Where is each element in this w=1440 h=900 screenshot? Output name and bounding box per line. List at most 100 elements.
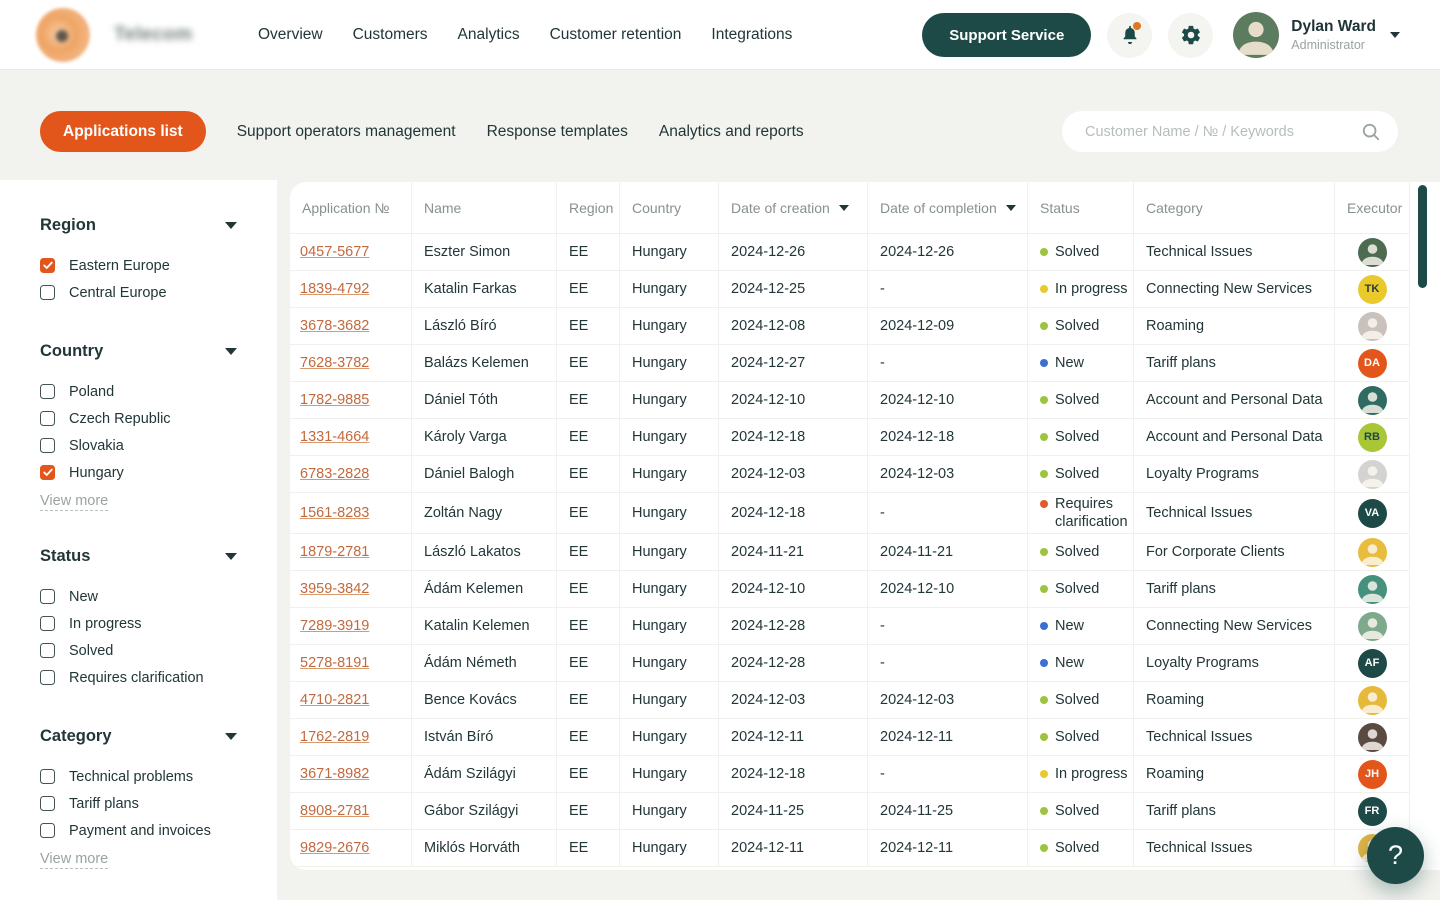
sort-descending-icon[interactable]: [1006, 205, 1016, 211]
status-label: Solved: [1055, 728, 1099, 746]
executor-avatar-photo[interactable]: [1358, 312, 1387, 341]
user-menu[interactable]: Dylan Ward Administrator: [1233, 12, 1400, 58]
filter-option-slovakia[interactable]: Slovakia: [40, 432, 237, 459]
sort-descending-icon[interactable]: [839, 205, 849, 211]
filter-option-in-progress[interactable]: In progress: [40, 610, 237, 637]
checkbox-unchecked[interactable]: [40, 411, 55, 426]
application-number-link[interactable]: 3678-3682: [300, 318, 369, 334]
executor-avatar-photo[interactable]: [1358, 238, 1387, 267]
executor-avatar-photo[interactable]: [1358, 723, 1387, 752]
filter-option-requires-clarification[interactable]: Requires clarification: [40, 664, 237, 691]
application-number-link[interactable]: 3671-8982: [300, 766, 369, 782]
brand-logo[interactable]: Telecom: [36, 8, 192, 62]
support-service-button[interactable]: Support Service: [922, 13, 1091, 57]
checkbox-unchecked[interactable]: [40, 823, 55, 838]
application-number-link[interactable]: 1561-8283: [300, 505, 369, 521]
application-number-link[interactable]: 7289-3919: [300, 618, 369, 634]
filter-group-title: Category: [40, 727, 112, 746]
search-box[interactable]: [1062, 111, 1398, 152]
executor-avatar-initials[interactable]: FR: [1358, 797, 1387, 826]
status-label: Solved: [1055, 839, 1099, 857]
application-number-link[interactable]: 1782-9885: [300, 392, 369, 408]
filter-option-czech-republic[interactable]: Czech Republic: [40, 405, 237, 432]
filter-group-header-region[interactable]: Region: [40, 216, 237, 235]
filter-option-tariff-plans[interactable]: Tariff plans: [40, 790, 237, 817]
executor-avatar-initials[interactable]: JH: [1358, 760, 1387, 789]
executor-avatar-photo[interactable]: [1358, 686, 1387, 715]
search-input[interactable]: [1083, 123, 1361, 141]
filter-group-header-status[interactable]: Status: [40, 547, 237, 566]
tab-support-operators-management[interactable]: Support operators management: [237, 123, 456, 141]
application-number-link[interactable]: 9829-2676: [300, 840, 369, 856]
application-number-link[interactable]: 8908-2781: [300, 803, 369, 819]
column-header-date_creation[interactable]: Date of creation: [719, 182, 868, 234]
tab-applications-list[interactable]: Applications list: [40, 111, 206, 152]
help-button[interactable]: ?: [1367, 827, 1424, 884]
column-header-category: Category: [1134, 182, 1335, 234]
checkbox-unchecked[interactable]: [40, 643, 55, 658]
executor-avatar-photo[interactable]: [1358, 612, 1387, 641]
filter-option-solved[interactable]: Solved: [40, 637, 237, 664]
application-number-link[interactable]: 1331-4664: [300, 429, 369, 445]
filter-option-eastern-europe[interactable]: Eastern Europe: [40, 252, 237, 279]
application-number-link[interactable]: 5278-8191: [300, 655, 369, 671]
executor-avatar-initials[interactable]: TK: [1358, 275, 1387, 304]
executor-avatar-initials[interactable]: RB: [1358, 423, 1387, 452]
checkbox-unchecked[interactable]: [40, 796, 55, 811]
checkbox-unchecked[interactable]: [40, 589, 55, 604]
checkbox-checked[interactable]: [40, 465, 55, 480]
view-more-link[interactable]: View more: [40, 492, 108, 511]
filter-option-technical-problems[interactable]: Technical problems: [40, 763, 237, 790]
checkbox-checked[interactable]: [40, 258, 55, 273]
application-number-link[interactable]: 1839-4792: [300, 281, 369, 297]
application-number-link[interactable]: 3959-3842: [300, 581, 369, 597]
executor-avatar-photo[interactable]: [1358, 575, 1387, 604]
tab-response-templates[interactable]: Response templates: [487, 123, 628, 141]
filter-option-label: Central Europe: [69, 285, 167, 301]
nav-item-customers[interactable]: Customers: [353, 26, 428, 44]
chevron-down-icon[interactable]: [1390, 32, 1400, 38]
settings-button[interactable]: [1168, 13, 1213, 58]
checkbox-unchecked[interactable]: [40, 384, 55, 399]
filter-option-new[interactable]: New: [40, 583, 237, 610]
filter-option-poland[interactable]: Poland: [40, 378, 237, 405]
notifications-button[interactable]: [1107, 13, 1152, 58]
tab-analytics-and-reports[interactable]: Analytics and reports: [659, 123, 804, 141]
application-number-link[interactable]: 1762-2819: [300, 729, 369, 745]
status-badge: In progress: [1040, 765, 1128, 783]
filter-option-payment-and-invoices[interactable]: Payment and invoices: [40, 817, 237, 844]
filter-option-hungary[interactable]: Hungary: [40, 459, 237, 486]
filter-group-header-country[interactable]: Country: [40, 342, 237, 361]
row-gutter: [1410, 534, 1440, 571]
view-more-link[interactable]: View more: [40, 850, 108, 869]
nav-item-customer-retention[interactable]: Customer retention: [550, 26, 682, 44]
filter-group-header-category[interactable]: Category: [40, 727, 237, 746]
checkbox-unchecked[interactable]: [40, 769, 55, 784]
search-icon[interactable]: [1361, 122, 1381, 142]
executor-avatar-initials[interactable]: AF: [1358, 649, 1387, 678]
executor-avatar-photo[interactable]: [1358, 460, 1387, 489]
executor-avatar-initials[interactable]: DA: [1358, 349, 1387, 378]
application-number-link[interactable]: 7628-3782: [300, 355, 369, 371]
executor-avatar-photo[interactable]: [1358, 386, 1387, 415]
cell-application-number: 6783-2828: [290, 456, 412, 493]
checkbox-unchecked[interactable]: [40, 285, 55, 300]
application-number-link[interactable]: 1879-2781: [300, 544, 369, 560]
filter-group-title: Country: [40, 342, 103, 361]
checkbox-unchecked[interactable]: [40, 616, 55, 631]
nav-item-integrations[interactable]: Integrations: [711, 26, 792, 44]
application-number-link[interactable]: 6783-2828: [300, 466, 369, 482]
checkbox-unchecked[interactable]: [40, 438, 55, 453]
checkbox-unchecked[interactable]: [40, 670, 55, 685]
filter-option-central-europe[interactable]: Central Europe: [40, 279, 237, 306]
filter-option-label: Czech Republic: [69, 411, 171, 427]
executor-avatar-photo[interactable]: [1358, 538, 1387, 567]
application-number-link[interactable]: 4710-2821: [300, 692, 369, 708]
executor-avatar-initials[interactable]: VA: [1358, 499, 1387, 528]
column-header-date_completion[interactable]: Date of completion: [868, 182, 1028, 234]
nav-item-analytics[interactable]: Analytics: [458, 26, 520, 44]
status-badge: Solved: [1040, 428, 1099, 446]
table-scrollbar[interactable]: [1418, 185, 1427, 288]
nav-item-overview[interactable]: Overview: [258, 26, 323, 44]
application-number-link[interactable]: 0457-5677: [300, 244, 369, 260]
